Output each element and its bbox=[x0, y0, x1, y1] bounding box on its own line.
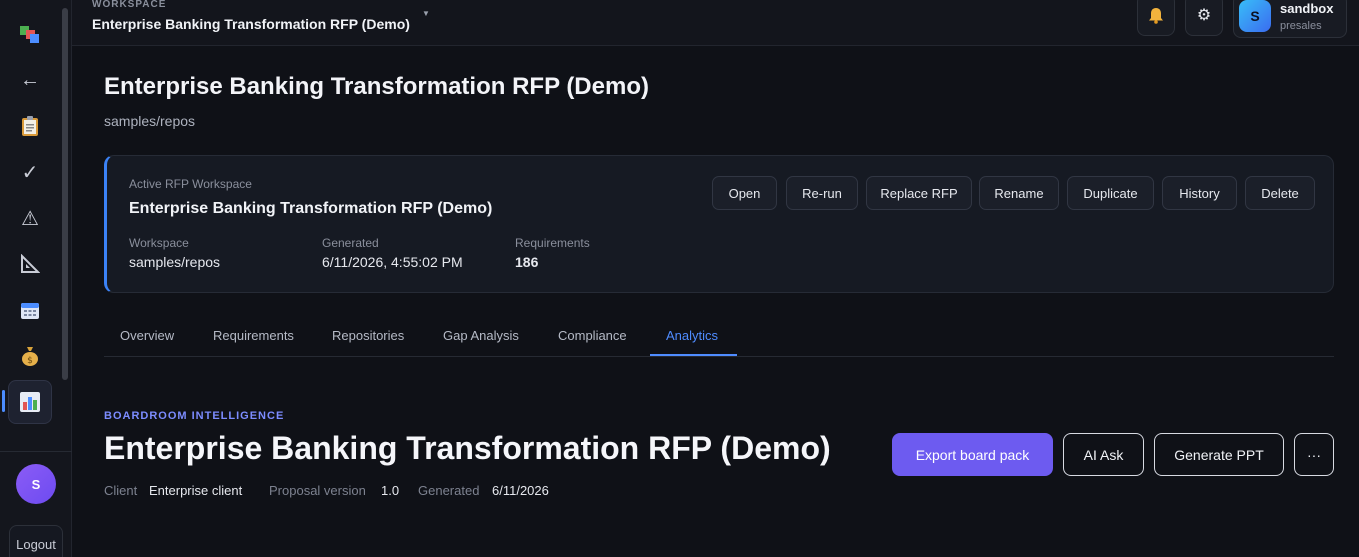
page-subtitle: samples/repos bbox=[104, 113, 196, 129]
app-logo-icon[interactable] bbox=[8, 12, 52, 56]
card-label: Active RFP Workspace bbox=[129, 177, 252, 191]
meta-requirements-label: Requirements bbox=[515, 236, 590, 250]
workspace-selector[interactable]: Enterprise Banking Transformation RFP (D… bbox=[92, 16, 410, 32]
active-tab-underline bbox=[650, 354, 737, 356]
more-options-button[interactable]: ··· bbox=[1294, 433, 1334, 476]
checkmark-icon[interactable]: ✓ bbox=[8, 150, 52, 194]
tab-requirements[interactable]: Requirements bbox=[213, 328, 294, 343]
sidebar: ← ✓ ⚠ $ S Logout bbox=[0, 0, 72, 557]
meta-requirements-value: 186 bbox=[515, 254, 539, 270]
workspace-label: WORKSPACE bbox=[92, 0, 167, 10]
card-title: Enterprise Banking Transformation RFP (D… bbox=[129, 200, 493, 217]
generated-label: Generated bbox=[418, 483, 480, 498]
warning-icon[interactable]: ⚠ bbox=[8, 196, 52, 240]
replace-rfp-button[interactable]: Replace RFP bbox=[866, 176, 972, 210]
open-button[interactable]: Open bbox=[712, 176, 777, 210]
back-arrow-icon[interactable]: ← bbox=[8, 58, 52, 102]
section-eyebrow: BOARDROOM INTELLIGENCE bbox=[104, 410, 285, 422]
money-bag-icon[interactable]: $ bbox=[8, 334, 52, 378]
ruler-triangle-icon[interactable] bbox=[8, 242, 52, 286]
tab-compliance[interactable]: Compliance bbox=[558, 328, 627, 343]
page-title: Enterprise Banking Transformation RFP (D… bbox=[104, 73, 649, 100]
generate-ppt-button[interactable]: Generate PPT bbox=[1154, 433, 1284, 476]
rerun-button[interactable]: Re-run bbox=[786, 176, 858, 210]
chevron-down-icon[interactable]: ▼ bbox=[422, 9, 430, 18]
ai-ask-button[interactable]: AI Ask bbox=[1063, 433, 1144, 476]
sidebar-divider bbox=[0, 451, 72, 452]
history-button[interactable]: History bbox=[1162, 176, 1237, 210]
rename-button[interactable]: Rename bbox=[979, 176, 1059, 210]
user-avatar: S bbox=[1239, 0, 1271, 32]
tab-repositories[interactable]: Repositories bbox=[332, 328, 404, 343]
user-role: presales bbox=[1280, 20, 1322, 32]
bell-icon[interactable] bbox=[1137, 0, 1175, 36]
hero-title: Enterprise Banking Transformation RFP (D… bbox=[104, 430, 831, 466]
bar-chart-icon[interactable] bbox=[8, 380, 52, 424]
tab-overview[interactable]: Overview bbox=[120, 328, 174, 343]
proposal-version-label: Proposal version bbox=[269, 483, 366, 498]
meta-generated-value: 6/11/2026, 4:55:02 PM bbox=[322, 254, 463, 270]
delete-button[interactable]: Delete bbox=[1245, 176, 1315, 210]
calendar-icon[interactable] bbox=[8, 288, 52, 332]
meta-generated-label: Generated bbox=[322, 236, 379, 250]
avatar[interactable]: S bbox=[16, 464, 56, 504]
active-workspace-card: Active RFP Workspace Enterprise Banking … bbox=[104, 155, 1334, 293]
duplicate-button[interactable]: Duplicate bbox=[1067, 176, 1154, 210]
tab-analytics[interactable]: Analytics bbox=[666, 328, 718, 343]
active-indicator bbox=[2, 390, 5, 412]
meta-workspace-label: Workspace bbox=[129, 236, 189, 250]
generated-value: 6/11/2026 bbox=[492, 483, 549, 498]
logout-button[interactable]: Logout bbox=[9, 525, 63, 557]
svg-text:$: $ bbox=[27, 356, 33, 366]
export-board-pack-button[interactable]: Export board pack bbox=[892, 433, 1053, 476]
proposal-version-value: 1.0 bbox=[381, 483, 400, 498]
tab-gap-analysis[interactable]: Gap Analysis bbox=[443, 328, 519, 343]
user-name: sandbox bbox=[1280, 1, 1334, 16]
client-value: Enterprise client bbox=[149, 483, 243, 498]
client-label: Client bbox=[104, 483, 138, 498]
clipboard-icon[interactable] bbox=[8, 104, 52, 148]
topbar: WORKSPACE Enterprise Banking Transformat… bbox=[72, 0, 1359, 46]
sidebar-scrollbar[interactable] bbox=[62, 8, 68, 380]
meta-workspace-value: samples/repos bbox=[129, 254, 221, 270]
gear-icon[interactable]: ⚙ bbox=[1185, 0, 1223, 36]
tab-bar: Overview Requirements Repositories Gap A… bbox=[104, 318, 1334, 357]
user-menu[interactable]: S sandbox presales bbox=[1233, 0, 1347, 38]
